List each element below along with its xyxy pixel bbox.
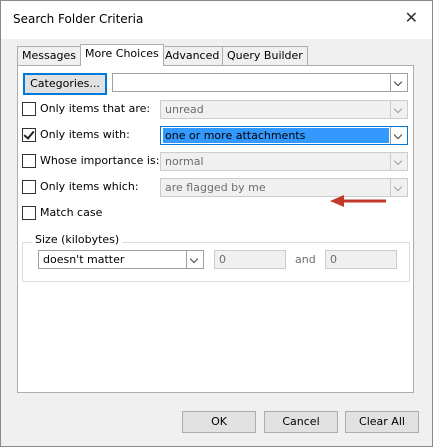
clear-all-button[interactable]: Clear All [345, 411, 419, 433]
only-items-that-are-select[interactable]: unread [160, 100, 408, 119]
size-and-label: and [295, 253, 316, 266]
size-max-value: 0 [330, 253, 337, 266]
categories-button[interactable]: Categories... [23, 73, 107, 95]
size-min-input[interactable]: 0 [214, 250, 286, 269]
size-group-label: Size (kilobytes) [32, 233, 123, 246]
size-condition-select[interactable]: doesn't matter [38, 250, 204, 269]
cancel-button[interactable]: Cancel [264, 411, 338, 433]
match-case-checkbox[interactable] [22, 206, 36, 220]
whose-importance-label: Whose importance is: [40, 154, 160, 167]
match-case-label: Match case [40, 206, 103, 219]
only-items-which-label: Only items which: [40, 180, 139, 193]
chevron-down-icon[interactable] [390, 127, 407, 144]
tab-messages[interactable]: Messages [17, 46, 81, 65]
whose-importance-value: normal [165, 155, 204, 168]
tab-query-builder[interactable]: Query Builder [222, 46, 308, 65]
more-choices-panel: Categories... Only items that are: unrea… [17, 65, 414, 393]
annotation-arrow-icon [330, 195, 386, 207]
size-min-value: 0 [219, 253, 226, 266]
title-bar: Search Folder Criteria ✕ [1, 1, 432, 39]
chevron-down-icon[interactable] [390, 101, 407, 118]
close-icon[interactable]: ✕ [405, 10, 418, 26]
chevron-down-icon[interactable] [390, 74, 407, 91]
chevron-down-icon[interactable] [390, 179, 407, 196]
whose-importance-select[interactable]: normal [160, 152, 408, 171]
only-items-with-select[interactable]: one or more attachments [160, 126, 408, 145]
only-items-that-are-label: Only items that are: [40, 102, 151, 115]
only-items-with-label: Only items with: [40, 128, 130, 141]
categories-combo[interactable] [112, 73, 408, 92]
tab-advanced[interactable]: Advanced [160, 46, 225, 65]
tab-more-choices[interactable]: More Choices [80, 44, 164, 66]
size-condition-value: doesn't matter [43, 253, 125, 266]
only-items-which-checkbox[interactable] [22, 180, 36, 194]
size-max-input[interactable]: 0 [325, 250, 397, 269]
dialog-window: Search Folder Criteria ✕ Messages More C… [0, 0, 433, 447]
chevron-down-icon[interactable] [186, 251, 203, 268]
only-items-that-are-value: unread [165, 103, 204, 116]
only-items-with-checkbox[interactable] [22, 128, 36, 142]
chevron-down-icon[interactable] [390, 153, 407, 170]
dialog-title: Search Folder Criteria [13, 12, 144, 26]
only-items-that-are-checkbox[interactable] [22, 102, 36, 116]
only-items-which-value: are flagged by me [165, 181, 266, 194]
ok-button[interactable]: OK [182, 411, 256, 433]
only-items-with-value: one or more attachments [163, 128, 389, 143]
whose-importance-checkbox[interactable] [22, 154, 36, 168]
